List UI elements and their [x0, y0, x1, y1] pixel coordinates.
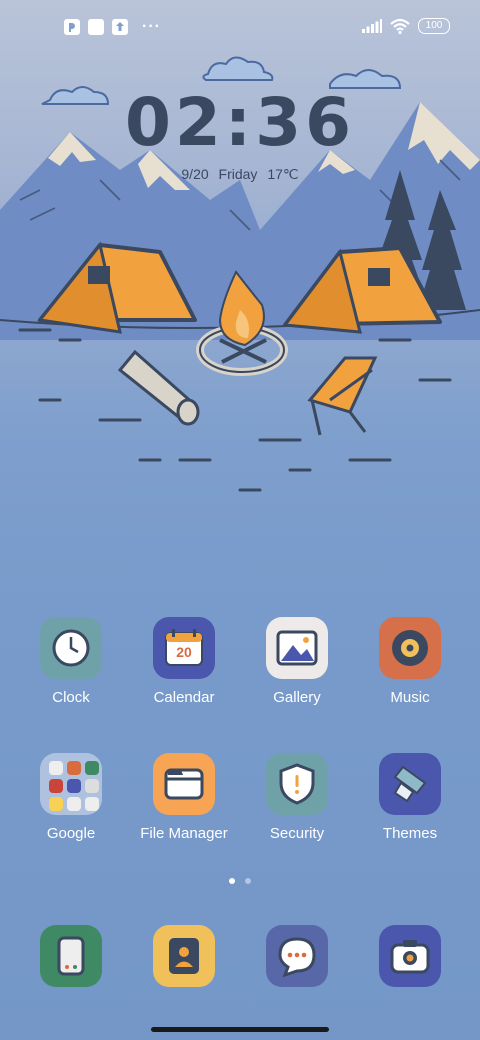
home-clock-time[interactable]: 02:36 — [0, 84, 480, 161]
folder-google[interactable]: Google — [15, 753, 127, 842]
notification-icons: ··· — [64, 19, 161, 35]
themes-icon — [379, 753, 441, 815]
clock-icon — [40, 617, 102, 679]
app-gallery[interactable]: Gallery — [241, 617, 353, 706]
file-manager-icon — [153, 753, 215, 815]
mini-app-icon — [67, 797, 81, 811]
app-label: Gallery — [273, 689, 321, 706]
mini-app-icon — [49, 761, 63, 775]
app-calendar[interactable]: 20 Calendar — [128, 617, 240, 706]
phone-icon — [40, 925, 102, 987]
app-label: Themes — [382, 825, 438, 842]
dock-contacts[interactable] — [128, 925, 240, 987]
mini-app-icon — [67, 779, 81, 793]
upload-notification-icon — [112, 19, 128, 35]
more-notifications-icon: ··· — [142, 18, 161, 35]
mini-app-icon — [85, 779, 99, 793]
app-label: Music — [390, 689, 430, 706]
app-label: Security — [269, 825, 325, 842]
square-notification-icon — [88, 19, 104, 35]
dock-camera[interactable] — [354, 925, 466, 987]
app-label: Google — [46, 825, 96, 842]
home-indicator[interactable] — [151, 1027, 329, 1032]
app-label: Clock — [52, 689, 90, 706]
calendar-icon: 20 — [153, 617, 215, 679]
app-file-manager[interactable]: File Manager — [128, 753, 240, 842]
app-label: File Manager — [140, 825, 228, 842]
google-folder-icon — [40, 753, 102, 815]
wifi-icon — [390, 18, 410, 34]
page-dot — [245, 878, 251, 884]
music-icon — [379, 617, 441, 679]
dock-messages[interactable] — [241, 925, 353, 987]
battery-level: 100 — [425, 20, 443, 31]
home-clock-date[interactable]: 9/20 Friday 17℃ — [0, 166, 480, 183]
mini-app-icon — [85, 761, 99, 775]
app-security[interactable]: Security — [241, 753, 353, 842]
mini-app-icon — [49, 779, 63, 793]
page-indicator[interactable] — [0, 878, 480, 884]
mini-app-icon — [85, 797, 99, 811]
mini-app-icon — [67, 761, 81, 775]
page-dot-active — [229, 878, 235, 884]
dock-phone[interactable] — [15, 925, 127, 987]
app-label: Calendar — [153, 689, 215, 706]
messages-icon — [266, 925, 328, 987]
app-music[interactable]: Music — [354, 617, 466, 706]
gallery-icon — [266, 617, 328, 679]
signal-icon — [362, 19, 382, 33]
system-icons: 100 — [362, 18, 450, 34]
security-icon — [266, 753, 328, 815]
camera-icon — [379, 925, 441, 987]
app-themes[interactable]: Themes — [354, 753, 466, 842]
mini-app-icon — [49, 797, 63, 811]
app-notification-icon — [64, 19, 80, 35]
calendar-day: 20 — [176, 644, 192, 660]
contacts-icon — [153, 925, 215, 987]
battery-icon: 100 — [418, 18, 450, 34]
app-clock[interactable]: Clock — [15, 617, 127, 706]
